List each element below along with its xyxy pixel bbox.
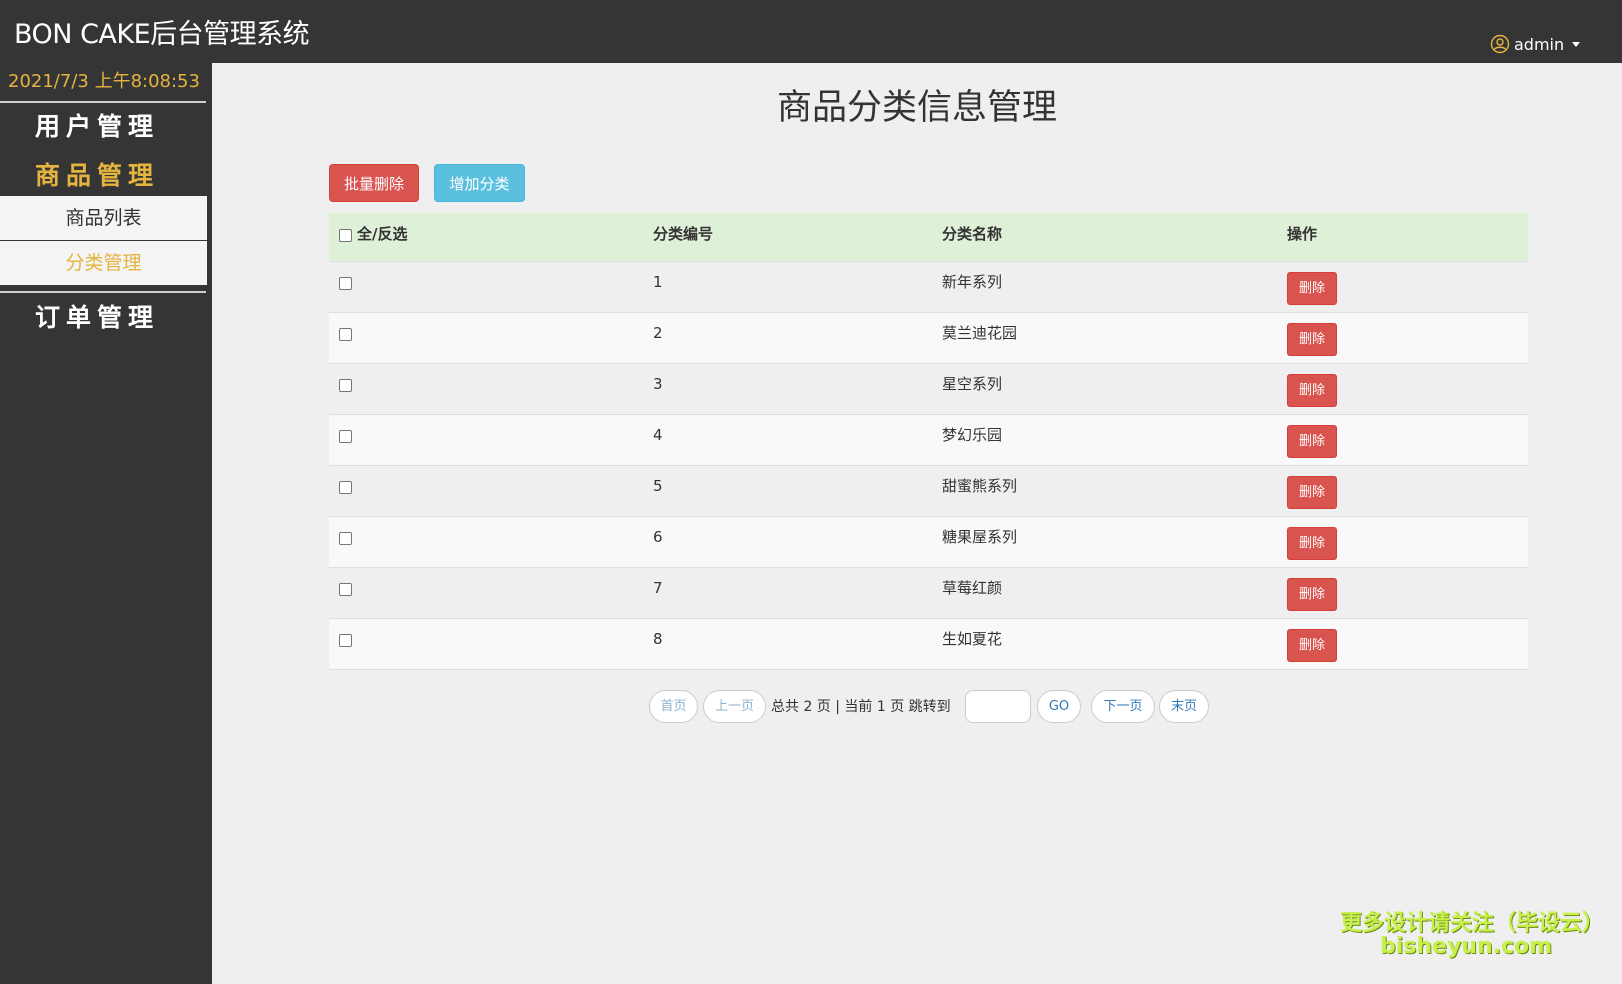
- table-row: 8 生如夏花 删除: [329, 619, 1528, 670]
- delete-button[interactable]: 删除: [1287, 374, 1337, 407]
- sidebar-subitem-product-list[interactable]: 商品列表: [0, 196, 207, 240]
- page-jump-input[interactable]: [965, 690, 1031, 723]
- row-checkbox[interactable]: [339, 328, 352, 341]
- table-row: 4 梦幻乐园 删除: [329, 415, 1528, 466]
- category-name: 甜蜜熊系列: [942, 477, 1018, 495]
- first-page-button[interactable]: 首页: [649, 690, 698, 723]
- delete-button[interactable]: 删除: [1287, 476, 1337, 509]
- select-all-checkbox[interactable]: [339, 229, 352, 242]
- sidebar-item-users[interactable]: 用户管理: [0, 107, 194, 143]
- last-page-button[interactable]: 末页: [1159, 690, 1209, 723]
- table-header: 全/反选 分类编号 分类名称 操作: [329, 213, 1528, 262]
- row-checkbox[interactable]: [339, 583, 352, 596]
- delete-button[interactable]: 删除: [1287, 272, 1337, 305]
- category-id: 3: [653, 375, 663, 393]
- category-id: 2: [653, 324, 663, 342]
- row-checkbox[interactable]: [339, 481, 352, 494]
- page-title: 商品分类信息管理: [776, 88, 1057, 128]
- category-name: 生如夏花: [942, 630, 1003, 648]
- select-all-label: 全/反选: [357, 225, 408, 243]
- page-info: 总共 2 页 | 当前 1 页 跳转到: [771, 699, 951, 715]
- sidebar-subitem-category-manage[interactable]: 分类管理: [0, 241, 207, 285]
- category-name: 新年系列: [942, 273, 1003, 291]
- add-category-button[interactable]: 增加分类: [434, 164, 525, 202]
- delete-button[interactable]: 删除: [1287, 578, 1337, 611]
- table-row: 2 莫兰迪花园 删除: [329, 313, 1528, 364]
- sidebar-item-orders[interactable]: 订单管理: [0, 298, 194, 334]
- category-name: 星空系列: [942, 375, 1003, 393]
- category-id: 4: [653, 426, 663, 444]
- sidebar-item-products[interactable]: 商品管理: [0, 156, 194, 192]
- go-button[interactable]: GO: [1037, 690, 1081, 723]
- user-name: admin: [1514, 34, 1565, 54]
- category-name: 糖果屋系列: [942, 528, 1018, 546]
- category-table: 全/反选 分类编号 分类名称 操作 1 新年系列 删除 2 莫兰迪花园 删除 3 星空系列 删除…: [329, 213, 1528, 670]
- user-circle-icon: [1490, 34, 1510, 54]
- table-row: 1 新年系列 删除: [329, 262, 1528, 313]
- row-checkbox[interactable]: [339, 277, 352, 290]
- divider: [0, 291, 206, 293]
- clock: 2021/7/3 上午8:08:53: [8, 71, 200, 92]
- table-row: 5 甜蜜熊系列 删除: [329, 466, 1528, 517]
- delete-button[interactable]: 删除: [1287, 527, 1337, 560]
- app-title: BON CAKE后台管理系统: [14, 19, 310, 50]
- top-bar: BON CAKE后台管理系统 admin: [0, 0, 1622, 63]
- user-menu[interactable]: admin: [1490, 34, 1581, 54]
- category-id: 8: [653, 630, 663, 648]
- category-name: 草莓红颜: [942, 579, 1003, 597]
- row-checkbox[interactable]: [339, 634, 352, 647]
- delete-button[interactable]: 删除: [1287, 629, 1337, 662]
- divider: [0, 101, 206, 103]
- delete-button[interactable]: 删除: [1287, 323, 1337, 356]
- table-row: 6 糖果屋系列 删除: [329, 517, 1528, 568]
- sidebar: 2021/7/3 上午8:08:53 用户管理 商品管理 商品列表 分类管理 订…: [0, 63, 212, 984]
- category-id: 5: [653, 477, 663, 495]
- column-header-id: 分类编号: [653, 225, 714, 243]
- category-id: 7: [653, 579, 663, 597]
- column-header-action: 操作: [1287, 225, 1318, 243]
- table-body: 1 新年系列 删除 2 莫兰迪花园 删除 3 星空系列 删除 4 梦幻乐园 删除 5 甜蜜熊系列 删除 6 糖果…: [329, 262, 1528, 670]
- row-checkbox[interactable]: [339, 379, 352, 392]
- category-id: 1: [653, 273, 663, 291]
- batch-delete-button[interactable]: 批量删除: [329, 164, 419, 202]
- category-name: 莫兰迪花园: [942, 324, 1018, 342]
- chevron-down-icon: [1572, 41, 1581, 47]
- category-id: 6: [653, 528, 663, 546]
- category-name: 梦幻乐园: [942, 426, 1003, 444]
- column-header-name: 分类名称: [942, 225, 1003, 243]
- prev-page-button[interactable]: 上一页: [703, 690, 766, 723]
- watermark-line1: 更多设计请关注（毕设云）: [1340, 911, 1605, 936]
- row-checkbox[interactable]: [339, 430, 352, 443]
- watermark-line2: bisheyun.com: [1380, 934, 1553, 959]
- next-page-button[interactable]: 下一页: [1091, 690, 1155, 723]
- delete-button[interactable]: 删除: [1287, 425, 1337, 458]
- row-checkbox[interactable]: [339, 532, 352, 545]
- table-row: 7 草莓红颜 删除: [329, 568, 1528, 619]
- table-row: 3 星空系列 删除: [329, 364, 1528, 415]
